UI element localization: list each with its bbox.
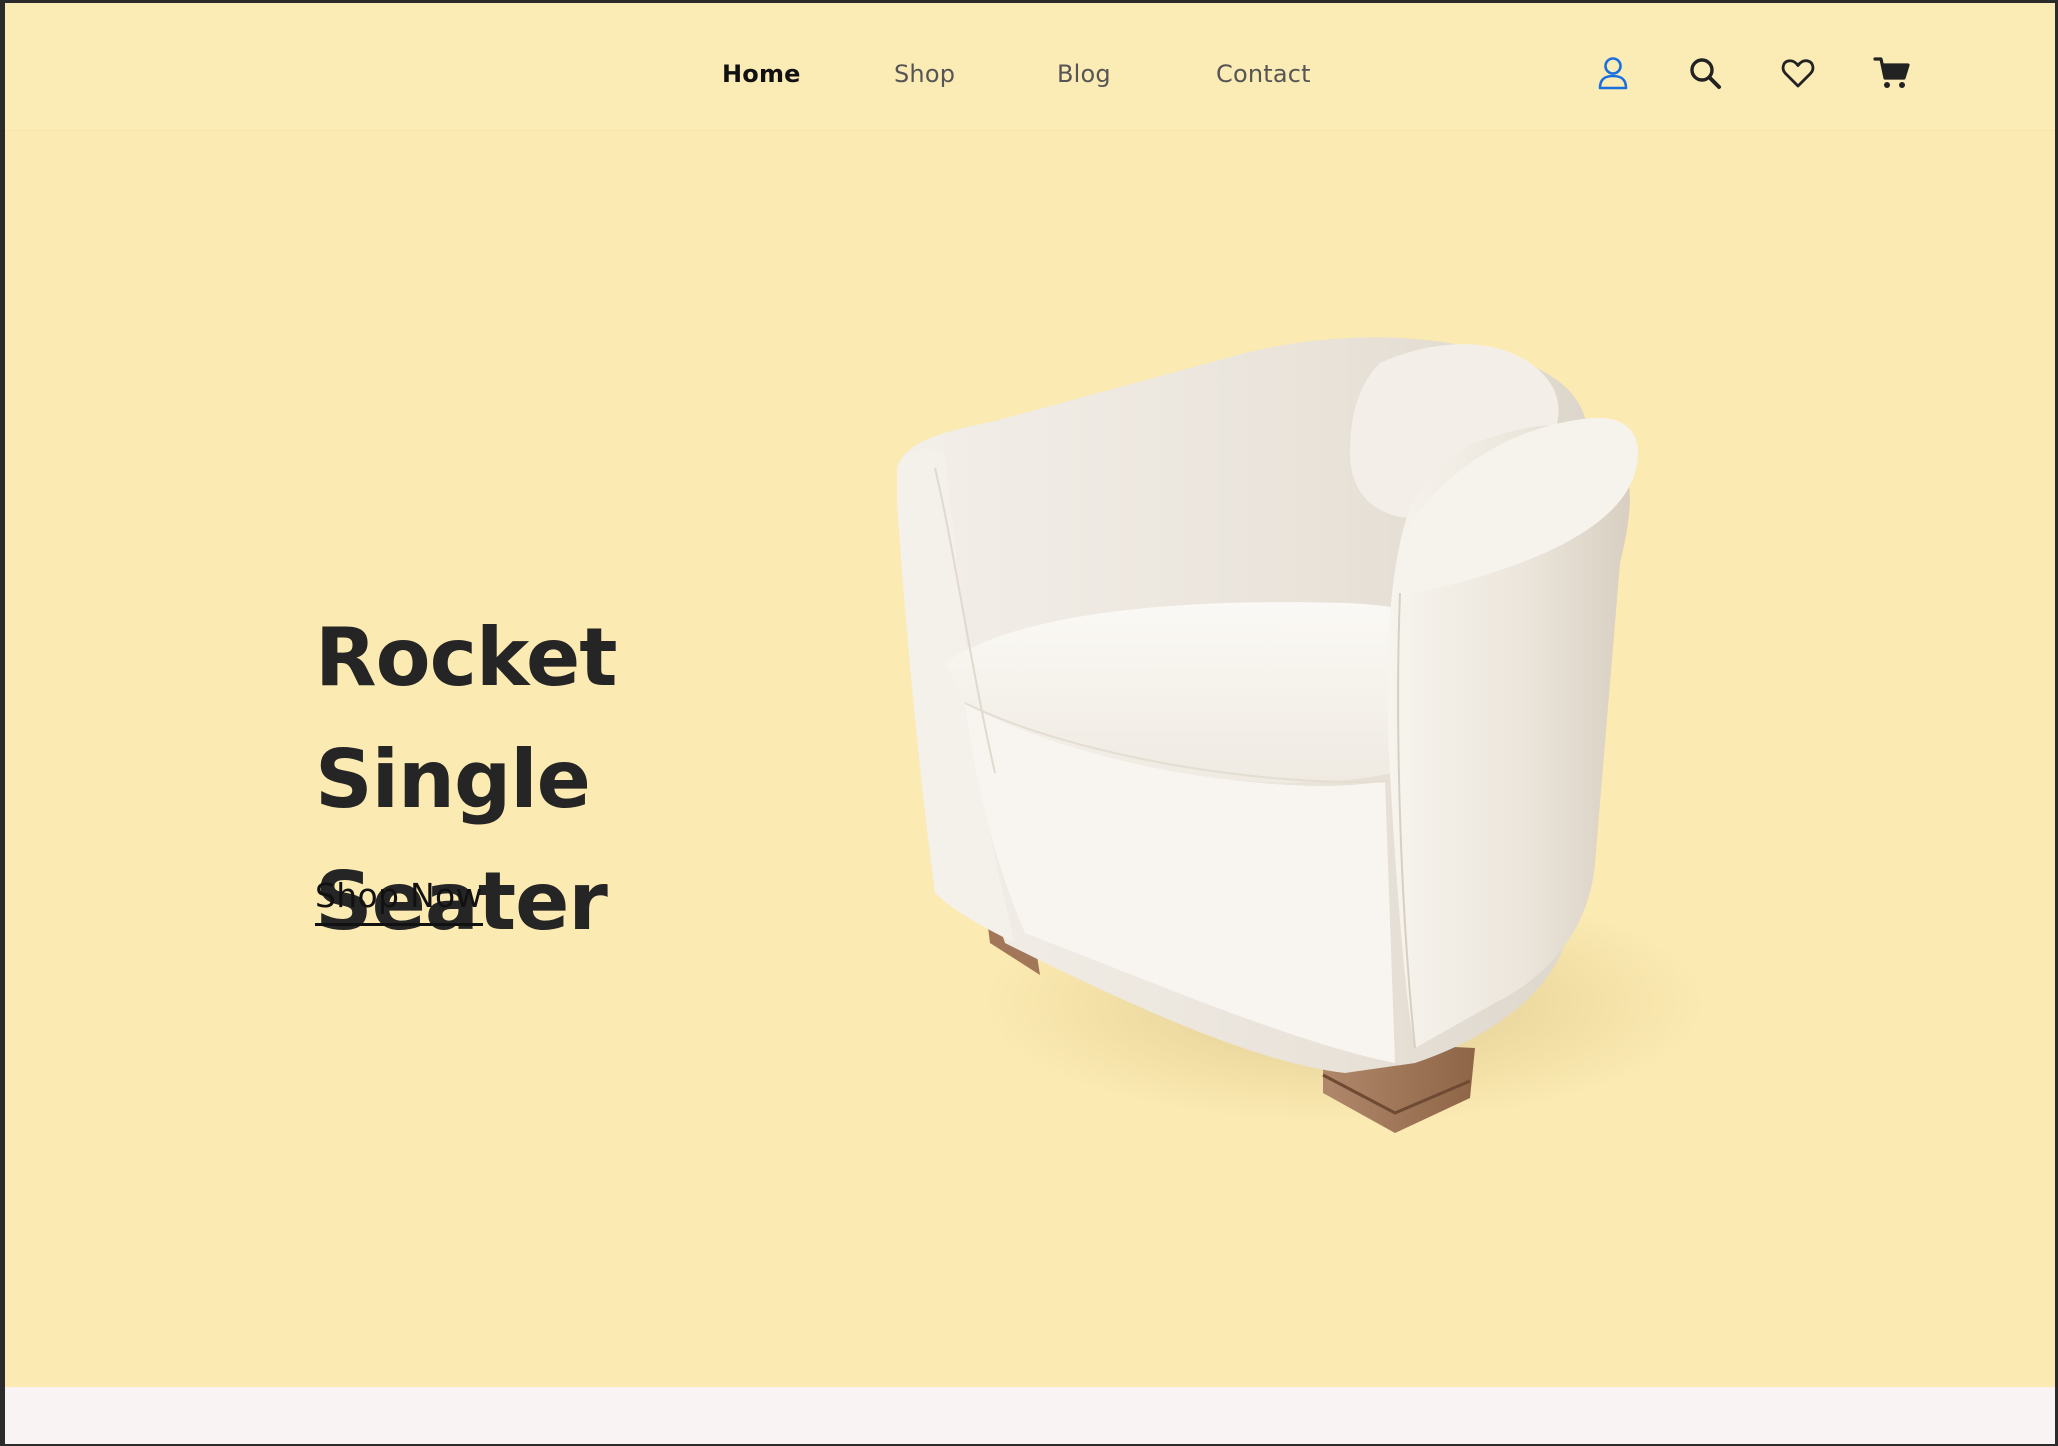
nav-blog-link[interactable]: Blog (1057, 60, 1111, 88)
search-icon[interactable] (1687, 55, 1723, 91)
next-section-strip (5, 1387, 2055, 1444)
heart-icon[interactable] (1780, 55, 1816, 91)
nav-shop-link[interactable]: Shop (894, 60, 955, 88)
nav-home-link[interactable]: Home (722, 60, 801, 88)
hero-title-line1: Rocket Single (315, 611, 618, 826)
cart-icon[interactable] (1873, 55, 1910, 91)
main-nav: Home Shop Blog Contact (5, 60, 2055, 94)
site-header: Home Shop Blog Contact (5, 3, 2055, 131)
armchair-image (875, 303, 1735, 1163)
nav-contact-link[interactable]: Contact (1216, 60, 1311, 88)
user-icon[interactable] (1595, 55, 1631, 91)
shop-now-button[interactable]: Shop Now (315, 876, 483, 926)
page: Home Shop Blog Contact Rocket Single Sea… (5, 3, 2055, 1444)
